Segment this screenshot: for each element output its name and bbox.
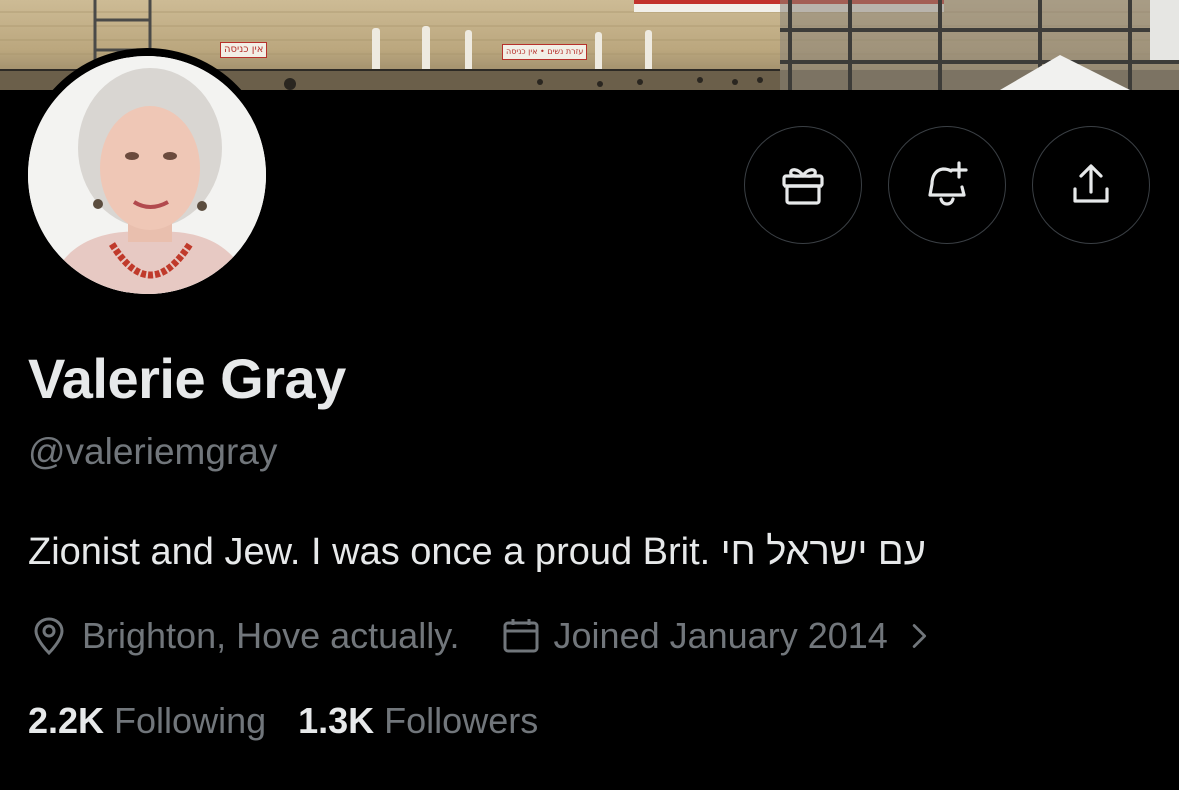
chevron-right-icon <box>912 624 926 648</box>
profile-meta: Brighton, Hove actually. Joined January … <box>28 608 936 664</box>
following-count: 2.2K <box>28 700 105 741</box>
followers-label: Followers <box>384 700 539 741</box>
womens-section-sign: עזרת נשים • אין כניסה <box>502 44 588 60</box>
followers-link[interactable]: 1.3K Followers <box>298 700 538 742</box>
profile-avatar[interactable] <box>20 48 274 302</box>
join-date[interactable]: Joined January 2014 <box>500 615 936 657</box>
location: Brighton, Hove actually. <box>28 615 460 657</box>
no-entry-sign: אין כניסה <box>220 42 268 58</box>
location-text: Brighton, Hove actually. <box>82 615 460 656</box>
followers-count: 1.3K <box>298 700 375 741</box>
username-handle: @valeriemgray <box>28 431 278 472</box>
location-pin-icon <box>34 617 64 656</box>
gift-icon <box>782 168 824 205</box>
share-upload-icon <box>1073 164 1109 203</box>
join-date-text: Joined January 2014 <box>553 615 888 656</box>
subscribe-gift-button[interactable] <box>744 126 862 244</box>
bell-plus-icon <box>928 161 968 206</box>
notifications-button[interactable] <box>888 126 1006 244</box>
calendar-icon <box>503 619 539 653</box>
share-button[interactable] <box>1032 126 1150 244</box>
profile-bio: Zionist and Jew. I was once a proud Brit… <box>28 531 926 573</box>
follow-stats: 2.2K Following 1.3K Followers <box>28 694 538 748</box>
avatar-photo <box>28 56 266 294</box>
following-label: Following <box>114 700 267 741</box>
following-link[interactable]: 2.2K Following <box>28 700 266 742</box>
display-name: Valerie Gray <box>28 347 346 410</box>
